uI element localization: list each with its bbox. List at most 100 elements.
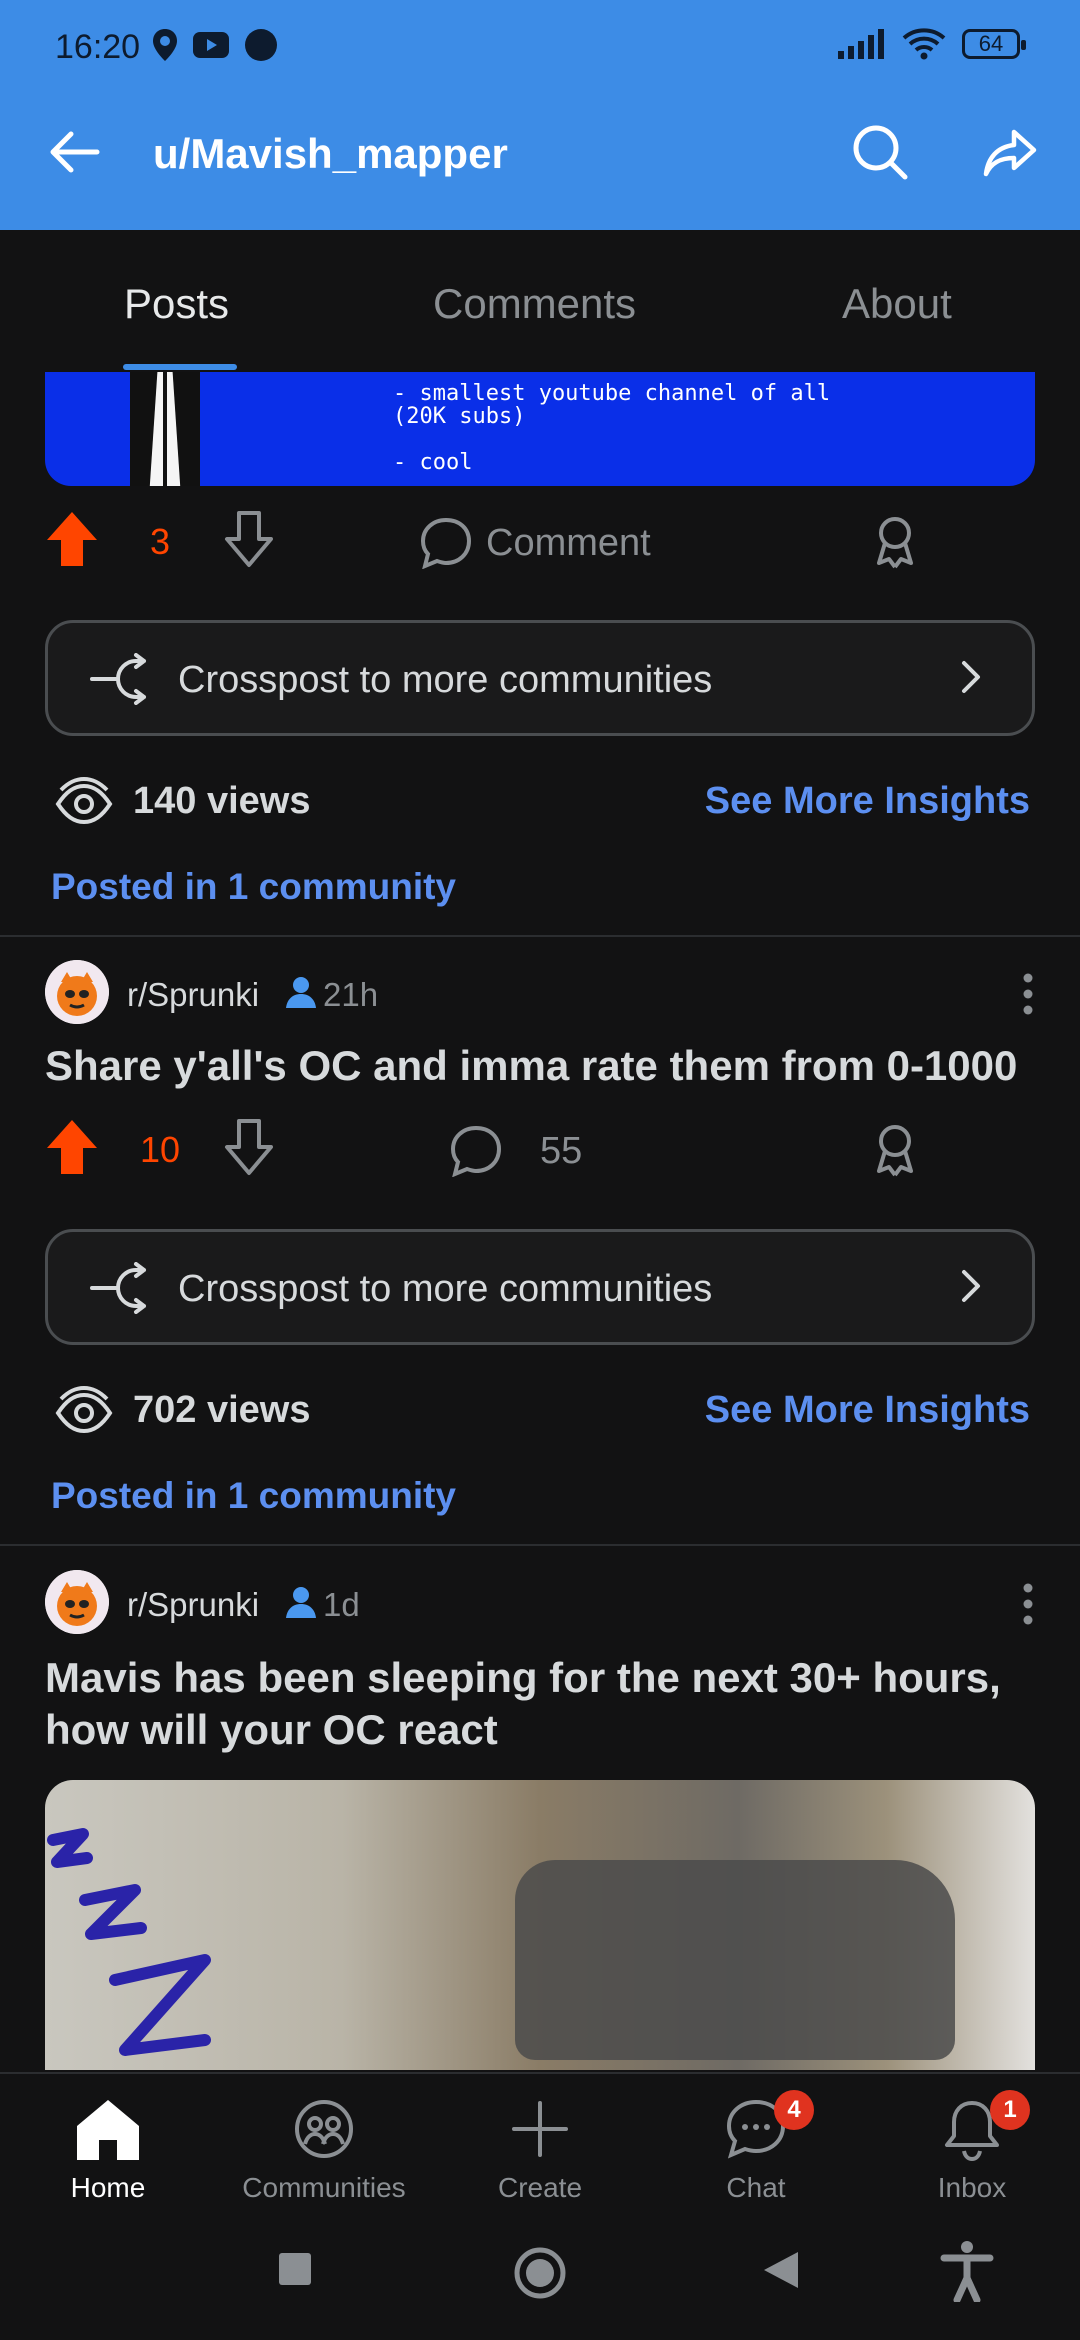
home-system-button[interactable] xyxy=(513,2246,567,2305)
home-icon xyxy=(77,2100,139,2160)
upvote-icon[interactable] xyxy=(45,1118,99,1176)
tab-comments[interactable]: Comments xyxy=(433,280,636,328)
post-meta: r/Sprunki 1d xyxy=(45,1570,1035,1640)
sprunki-avatar-icon xyxy=(45,960,109,1024)
post-title-line: Mavis has been sleeping for the next 30+… xyxy=(45,1654,1001,1701)
post-meta: r/Sprunki 21h xyxy=(45,960,1035,1030)
user-icon xyxy=(286,1587,316,1618)
crosspost-icon xyxy=(90,653,146,705)
tab-about[interactable]: About xyxy=(842,280,952,328)
tab-posts[interactable]: Posts xyxy=(124,280,229,328)
vote-count: 10 xyxy=(140,1129,181,1170)
search-icon[interactable] xyxy=(850,122,910,182)
back-system-button[interactable] xyxy=(762,2250,800,2295)
comment-button[interactable]: Comment xyxy=(420,517,651,569)
nav-inbox[interactable]: 1 Inbox xyxy=(872,2090,1072,2204)
plus-icon xyxy=(512,2101,568,2157)
downvote-icon[interactable] xyxy=(222,510,276,568)
comment-button[interactable]: 55 xyxy=(450,1125,582,1177)
subreddit-avatar[interactable] xyxy=(45,1570,109,1634)
posted-in-community-link[interactable]: Posted in 1 community xyxy=(51,866,456,908)
post-age: 1d xyxy=(323,1586,360,1623)
post-title[interactable]: Mavis has been sleeping for the next 30+… xyxy=(45,1652,1045,1756)
road-graphic xyxy=(130,372,200,486)
chat-badge: 4 xyxy=(774,2090,814,2130)
share-icon[interactable] xyxy=(980,122,1040,182)
downvote-icon[interactable] xyxy=(222,1118,276,1176)
communities-icon xyxy=(295,2100,353,2158)
views-eye-icon xyxy=(55,1385,113,1434)
comment-bubble-icon xyxy=(450,1125,502,1177)
profile-header: u/Mavish_mapper xyxy=(0,100,1080,210)
nav-create[interactable]: Create xyxy=(440,2094,640,2204)
profile-tabs: Posts Comments About xyxy=(0,230,1080,370)
square-icon xyxy=(279,2253,311,2285)
banner-text: - smallest youtube channel of all (20K s… xyxy=(393,382,830,474)
posted-in-community-link[interactable]: Posted in 1 community xyxy=(51,1475,456,1517)
nav-communities-label: Communities xyxy=(242,2172,406,2203)
inbox-badge: 1 xyxy=(990,2090,1030,2130)
nav-inbox-label: Inbox xyxy=(937,2172,1007,2203)
views-eye-icon xyxy=(55,776,113,825)
nav-home-label: Home xyxy=(70,2172,146,2203)
chevron-right-icon xyxy=(962,1270,980,1302)
comment-label: Comment xyxy=(486,521,651,564)
comment-bubble-icon xyxy=(420,517,472,569)
status-notification-icons xyxy=(152,28,278,62)
nav-chat[interactable]: 4 Chat xyxy=(656,2090,856,2204)
banner-line: - cool xyxy=(393,450,473,475)
post-views-row: 140 views See More Insights xyxy=(0,766,1080,836)
sleeping-z-icon xyxy=(47,1828,211,2056)
system-navigation-bar xyxy=(0,2212,1080,2340)
award-icon[interactable] xyxy=(873,1123,917,1177)
post-divider xyxy=(0,935,1080,937)
nav-communities[interactable]: Communities xyxy=(224,2094,424,2204)
user-icon xyxy=(286,977,316,1008)
crosspost-button[interactable]: Crosspost to more communities xyxy=(45,1229,1035,1345)
banner-line: - smallest youtube channel of all xyxy=(393,381,831,406)
vote-count: 3 xyxy=(150,521,171,562)
battery-indicator: 64 xyxy=(962,29,1026,59)
status-bar: 16:20 64 xyxy=(0,0,1080,95)
youtube-icon xyxy=(193,32,229,58)
see-more-insights-link[interactable]: See More Insights xyxy=(705,1389,1030,1432)
subreddit-name[interactable]: r/Sprunki xyxy=(127,1586,259,1624)
page-title: u/Mavish_mapper xyxy=(153,130,508,177)
award-icon[interactable] xyxy=(873,515,917,569)
views-count: 140 views xyxy=(133,780,311,822)
accessibility-button[interactable] xyxy=(940,2240,994,2307)
back-arrow-icon[interactable] xyxy=(45,122,105,182)
post-title-line: how will your OC react xyxy=(45,1706,498,1753)
nav-home[interactable]: Home xyxy=(8,2094,208,2204)
wifi-icon xyxy=(902,28,946,60)
post-title[interactable]: Share y'all's OC and imma rate them from… xyxy=(45,1040,1045,1092)
location-icon xyxy=(153,29,177,61)
nav-chat-label: Chat xyxy=(726,2172,786,2203)
banner-line: (20K subs) xyxy=(393,404,526,429)
post-views-row: 702 views See More Insights xyxy=(0,1375,1080,1445)
post-actions: 3 Comment xyxy=(0,505,1080,585)
post-image[interactable] xyxy=(45,1780,1035,2070)
recents-button[interactable] xyxy=(278,2252,312,2291)
post-age: 21h xyxy=(323,976,379,1013)
banner-line-spacer xyxy=(393,428,830,451)
crosspost-label: Crosspost to more communities xyxy=(178,659,713,701)
subreddit-avatar[interactable] xyxy=(45,960,109,1024)
post-actions: 10 55 xyxy=(0,1113,1080,1193)
more-options-icon[interactable] xyxy=(1021,972,1035,1016)
see-more-insights-link[interactable]: See More Insights xyxy=(705,780,1030,823)
circle-notification-icon xyxy=(245,29,277,61)
subreddit-name[interactable]: r/Sprunki xyxy=(127,976,259,1014)
active-tab-indicator xyxy=(123,364,237,370)
crosspost-icon xyxy=(90,1262,146,1314)
more-options-icon[interactable] xyxy=(1021,1582,1035,1626)
post-divider xyxy=(0,1544,1080,1546)
comment-count: 55 xyxy=(540,1129,583,1172)
chevron-right-icon xyxy=(962,661,980,693)
status-time: 16:20 xyxy=(55,28,141,66)
nav-create-label: Create xyxy=(497,2172,583,2203)
upvote-icon[interactable] xyxy=(45,510,99,568)
views-count: 702 views xyxy=(133,1389,311,1431)
crosspost-button[interactable]: Crosspost to more communities xyxy=(45,620,1035,736)
post-image-fragment[interactable]: - smallest youtube channel of all (20K s… xyxy=(45,372,1035,486)
